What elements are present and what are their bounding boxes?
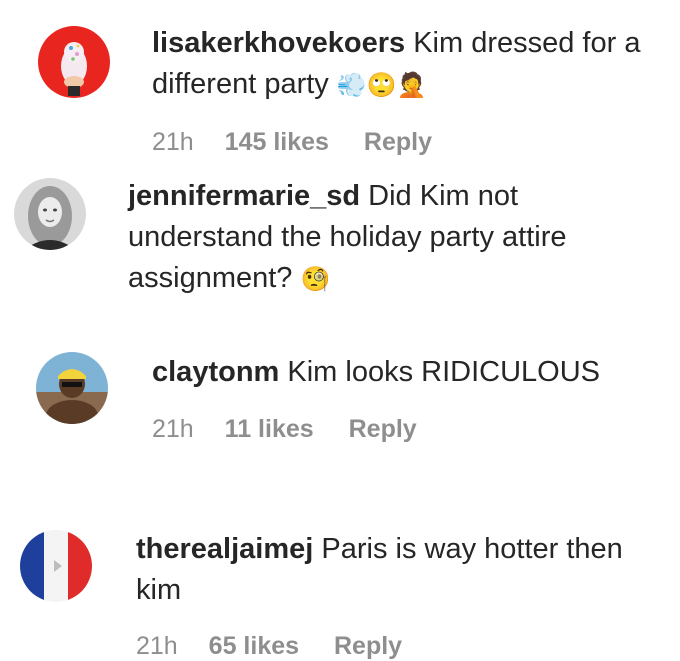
avatar[interactable]: [20, 530, 92, 602]
avatar[interactable]: [38, 26, 110, 98]
comment-text: lisakerkhovekoers Kim dressed for a diff…: [152, 23, 652, 106]
comment-text: jennifermarie_sd Did Kim not understand …: [128, 176, 658, 300]
emoji-monocle: 🧐: [300, 265, 331, 293]
comment-likes[interactable]: 11 likes: [225, 415, 314, 444]
comment-time: 21h: [152, 415, 194, 443]
comment-text: claytonm Kim looks RIDICULOUS: [152, 352, 672, 393]
comment-meta: 21h 145 likes Reply: [152, 128, 432, 157]
comment-meta: 21h 11 likes Reply: [152, 415, 417, 444]
comment-time: 21h: [136, 632, 178, 660]
comment-username[interactable]: claytonm: [152, 356, 279, 388]
comment-time: 21h: [152, 128, 194, 156]
comment-text: therealjaimej Paris is way hotter then k…: [136, 529, 636, 611]
french-flag-avatar-icon: [20, 530, 92, 602]
man-cap-avatar-icon: [36, 352, 108, 424]
avatar[interactable]: [36, 352, 108, 424]
reply-button[interactable]: Reply: [334, 632, 402, 661]
reply-button[interactable]: Reply: [349, 415, 417, 444]
comment-body: Kim looks RIDICULOUS: [287, 356, 601, 388]
party-cake-avatar-icon: [38, 26, 110, 98]
comment-meta: 21h 65 likes Reply: [136, 632, 402, 661]
reply-button[interactable]: Reply: [364, 128, 432, 157]
portrait-avatar-icon: [14, 178, 86, 250]
comment-username[interactable]: therealjaimej: [136, 533, 313, 565]
emoji-group: 💨🙄🤦: [336, 71, 427, 99]
comment-username[interactable]: jennifermarie_sd: [128, 180, 360, 212]
comment-likes[interactable]: 145 likes: [225, 128, 329, 157]
comment-username[interactable]: lisakerkhovekoers: [152, 27, 405, 59]
comment-likes[interactable]: 65 likes: [209, 632, 299, 661]
avatar[interactable]: [14, 178, 86, 250]
